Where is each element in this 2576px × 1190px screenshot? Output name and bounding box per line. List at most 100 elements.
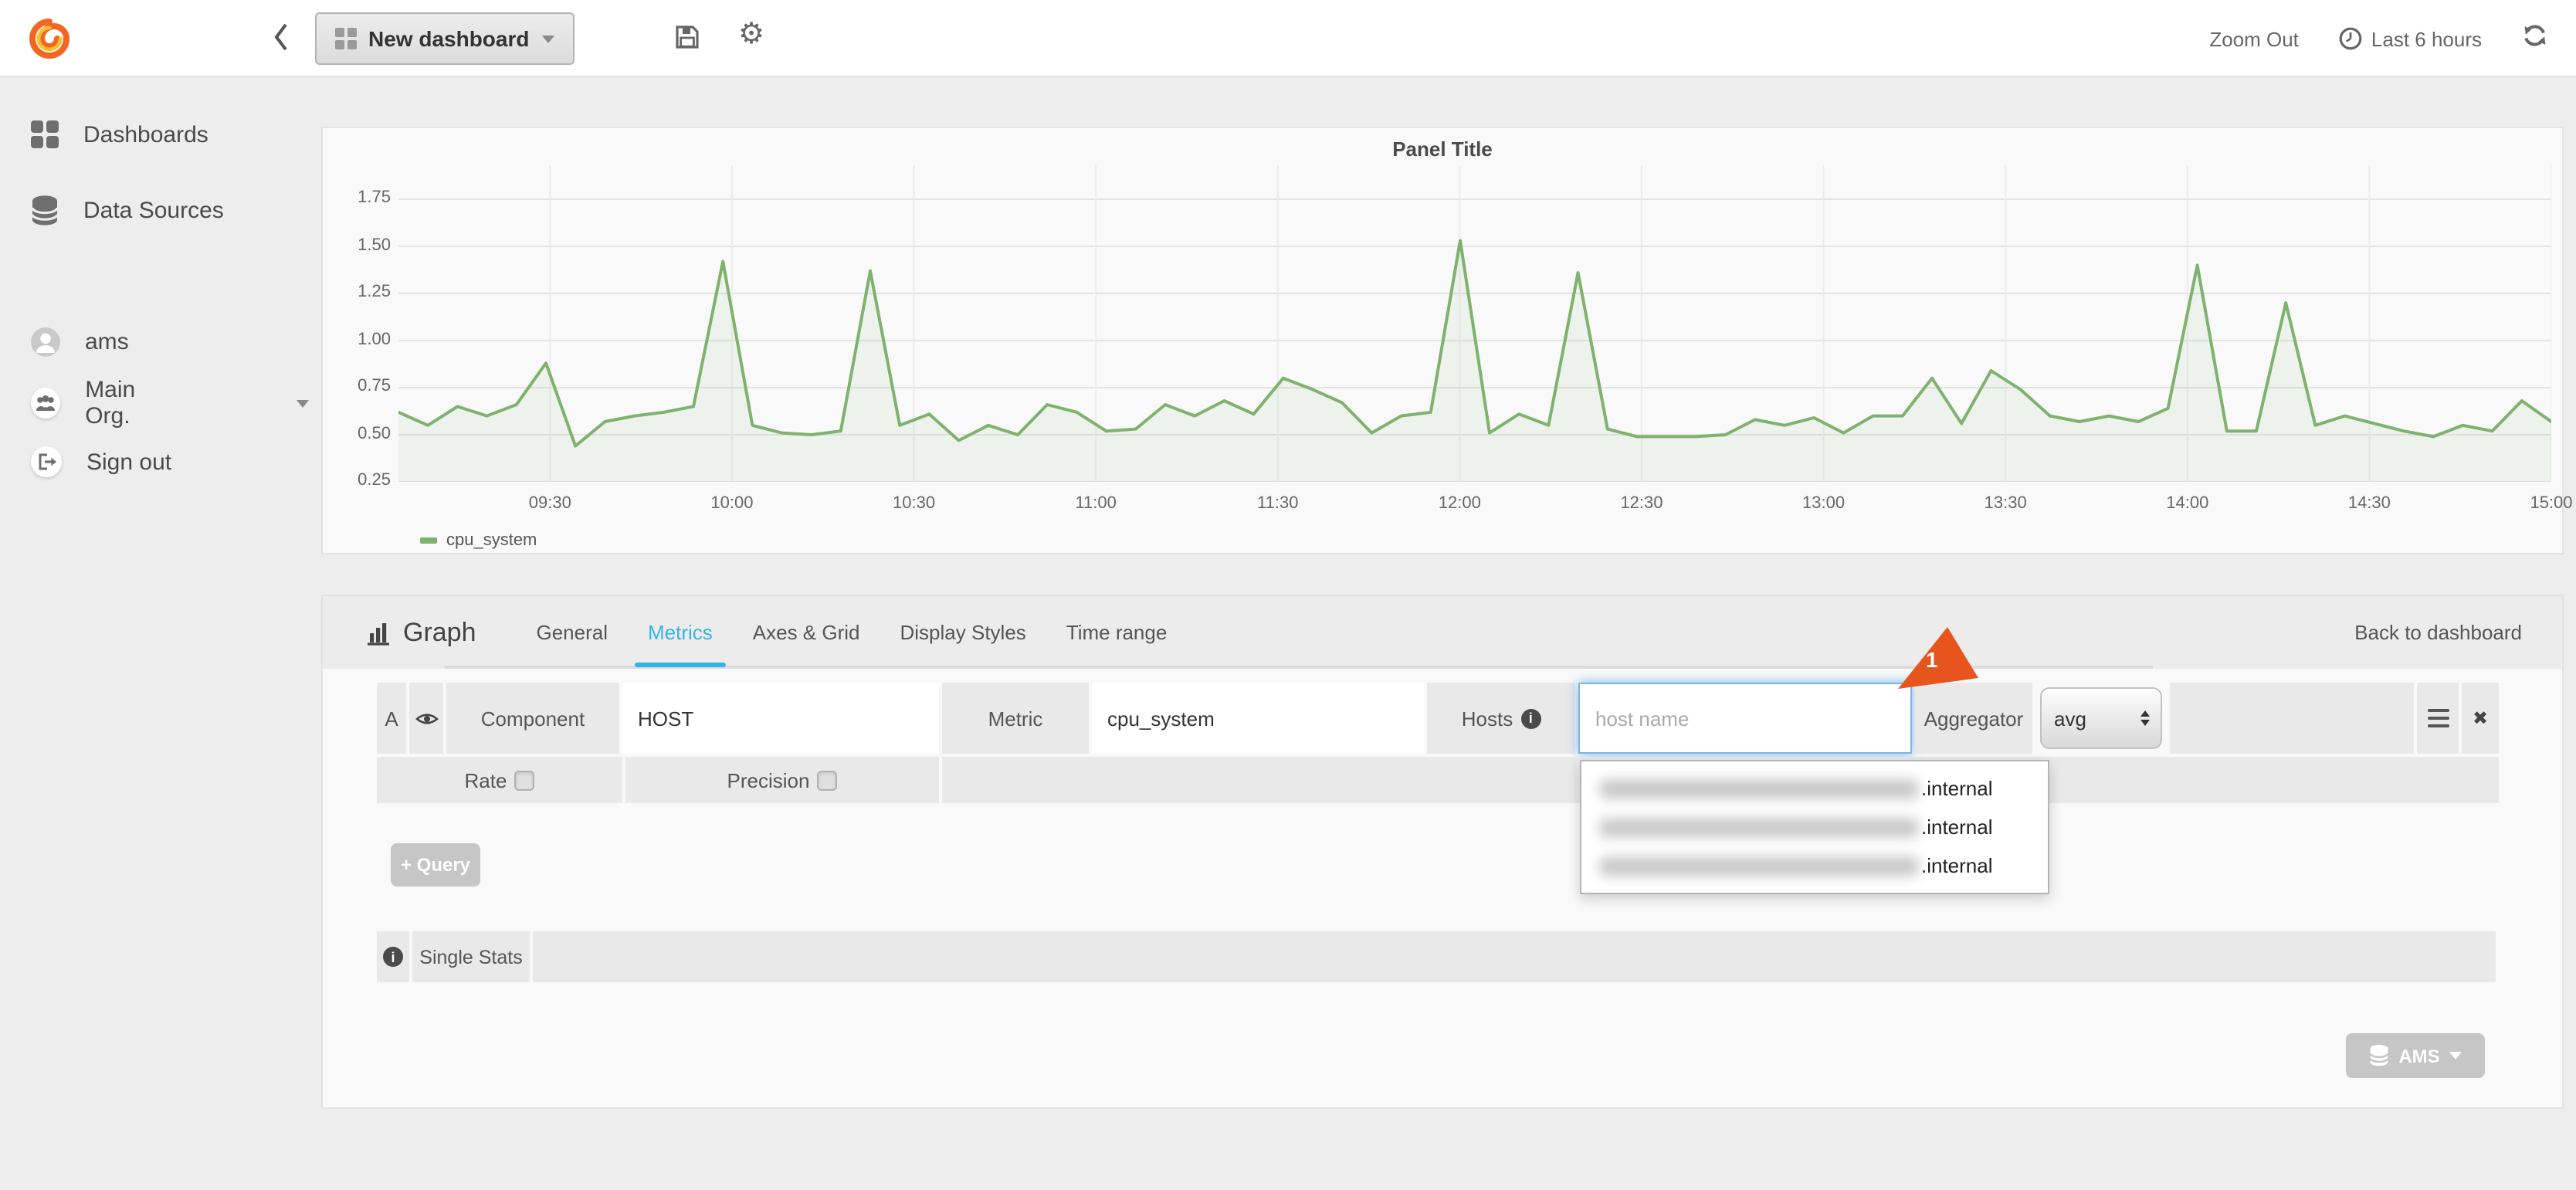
single-stats-info[interactable]: i bbox=[377, 931, 409, 982]
redacted-host-prefix bbox=[1600, 818, 1918, 836]
query-visibility-toggle[interactable] bbox=[409, 683, 443, 754]
x-axis-tick-label: 13:30 bbox=[1959, 494, 2052, 513]
chevron-down-icon bbox=[2449, 1052, 2462, 1059]
x-axis-tick-label: 15:00 bbox=[2505, 494, 2576, 513]
sidebar-item-data-sources[interactable]: Data Sources bbox=[0, 182, 309, 238]
aggregator-select[interactable]: avg bbox=[2040, 687, 2162, 749]
x-axis-tick-label: 10:00 bbox=[686, 494, 778, 513]
query-remove-button[interactable]: ✖ bbox=[2462, 683, 2499, 754]
select-arrows-icon bbox=[2140, 710, 2150, 726]
y-axis-tick-label: 0.75 bbox=[323, 377, 391, 395]
refresh-button[interactable] bbox=[2522, 22, 2548, 55]
hosts-info-icon[interactable]: i bbox=[1520, 708, 1541, 728]
org-chevron-down-icon bbox=[297, 399, 309, 407]
bar-chart-icon bbox=[366, 620, 391, 645]
legend-item-cpu-system[interactable]: cpu_system bbox=[420, 531, 537, 550]
precision-checkbox[interactable] bbox=[817, 770, 837, 790]
time-range-label: Last 6 hours bbox=[2371, 27, 2482, 50]
cpu-system-line-chart[interactable] bbox=[398, 165, 2551, 482]
datasource-database-icon bbox=[2369, 1044, 2389, 1067]
tab-metrics[interactable]: Metrics bbox=[628, 598, 733, 667]
single-stats-row: i Single Stats bbox=[377, 931, 2496, 982]
host-option[interactable]: .internal bbox=[1581, 769, 2048, 808]
legend-color-swatch bbox=[420, 537, 437, 544]
precision-option: Precision bbox=[625, 757, 939, 803]
sidebar-item-org[interactable]: Main Org. bbox=[0, 375, 309, 431]
x-axis-tick-label: 14:30 bbox=[2323, 494, 2415, 513]
metric-label: Metric bbox=[942, 683, 1089, 754]
y-axis-tick-label: 0.25 bbox=[323, 471, 391, 490]
graph-panel: Panel Title 0.250.500.751.001.251.501.75… bbox=[321, 127, 2564, 554]
user-avatar bbox=[31, 327, 60, 356]
rate-checkbox[interactable] bbox=[514, 770, 534, 790]
sidebar-item-sign-out[interactable]: Sign out bbox=[0, 434, 309, 490]
step-annotation-arrow: 1 bbox=[1895, 624, 1981, 692]
eye-icon bbox=[415, 710, 438, 727]
hosts-label: Hosts i bbox=[1427, 683, 1575, 754]
component-label: Component bbox=[446, 683, 619, 754]
host-option[interactable]: .internal bbox=[1581, 846, 2048, 885]
redacted-host-prefix bbox=[1600, 779, 1918, 798]
y-axis-tick-label: 1.25 bbox=[323, 283, 391, 301]
query-menu-button[interactable] bbox=[2417, 683, 2459, 754]
panel-type-header: Graph bbox=[366, 617, 476, 648]
dashboard-grid-icon bbox=[335, 29, 356, 49]
editor-tab-bar: Graph General Metrics Axes & Grid Displa… bbox=[323, 596, 2562, 669]
tab-general[interactable]: General bbox=[517, 598, 629, 667]
tab-axes-grid[interactable]: Axes & Grid bbox=[733, 598, 880, 667]
time-picker-button[interactable]: Last 6 hours bbox=[2339, 26, 2482, 51]
save-dashboard-button[interactable] bbox=[673, 23, 701, 59]
tab-time-range[interactable]: Time range bbox=[1046, 598, 1188, 667]
tab-display-styles[interactable]: Display Styles bbox=[880, 598, 1046, 667]
settings-gear-button[interactable]: ⚙ bbox=[738, 17, 764, 51]
host-option[interactable]: .internal bbox=[1581, 808, 2048, 846]
database-icon bbox=[31, 194, 59, 226]
chevron-down-icon bbox=[542, 35, 554, 42]
dashboards-grid-icon bbox=[31, 120, 59, 148]
dashboard-title: New dashboard bbox=[368, 26, 530, 51]
component-input[interactable] bbox=[622, 683, 939, 754]
organization-icon bbox=[31, 388, 60, 419]
single-stats-spacer bbox=[533, 931, 2496, 982]
query-ref-id: A bbox=[377, 683, 406, 754]
refresh-icon bbox=[2522, 22, 2548, 47]
sidebar-user[interactable]: ams bbox=[0, 314, 309, 369]
grafana-logo-icon[interactable] bbox=[22, 11, 77, 66]
datasource-button[interactable]: AMS bbox=[2346, 1033, 2485, 1078]
info-icon: i bbox=[383, 947, 403, 967]
y-axis-tick-label: 1.00 bbox=[323, 330, 391, 348]
aggregator-cell: avg bbox=[2035, 683, 2167, 754]
menu-icon bbox=[2427, 708, 2449, 728]
top-nav: New dashboard ⚙ Zoom Out Last 6 hours bbox=[0, 0, 2576, 77]
zoom-out-button[interactable]: Zoom Out bbox=[2209, 27, 2299, 50]
host-name-input[interactable] bbox=[1578, 683, 1912, 754]
rate-option: Rate bbox=[377, 757, 622, 803]
y-axis-tick-label: 1.50 bbox=[323, 236, 391, 254]
x-axis-tick-label: 09:30 bbox=[503, 494, 596, 513]
back-chevron-icon[interactable] bbox=[272, 22, 290, 60]
host-autocomplete-dropdown: .internal .internal .internal bbox=[1580, 760, 2049, 894]
sidebar-item-dashboards[interactable]: Dashboards bbox=[0, 107, 309, 162]
metric-input[interactable] bbox=[1092, 683, 1424, 754]
x-axis-tick-label: 13:00 bbox=[1778, 494, 1870, 513]
x-axis-tick-label: 11:00 bbox=[1049, 494, 1142, 513]
clock-icon bbox=[2339, 26, 2364, 51]
gear-icon: ⚙ bbox=[738, 17, 764, 51]
dashboard-title-dropdown[interactable]: New dashboard bbox=[315, 12, 575, 65]
query-row: A Component Metric Hosts i Aggregator av… bbox=[377, 683, 2499, 754]
aggregator-label: Aggregator bbox=[1915, 683, 2032, 754]
sign-out-icon bbox=[31, 446, 62, 477]
step-number: 1 bbox=[1926, 647, 1938, 672]
x-axis-tick-label: 12:00 bbox=[1413, 494, 1506, 513]
y-axis-tick-label: 1.75 bbox=[323, 188, 391, 207]
x-axis-tick-label: 10:30 bbox=[868, 494, 961, 513]
close-icon: ✖ bbox=[2473, 707, 2488, 729]
query-row-spacer bbox=[2170, 683, 2414, 754]
redacted-host-prefix bbox=[1600, 856, 1918, 875]
x-axis-tick-label: 12:30 bbox=[1595, 494, 1688, 513]
add-query-button[interactable]: + Query bbox=[391, 843, 480, 887]
back-to-dashboard-link[interactable]: Back to dashboard bbox=[2354, 621, 2522, 644]
user-name: ams bbox=[85, 328, 129, 354]
y-axis-tick-label: 0.50 bbox=[323, 424, 391, 442]
x-axis-tick-label: 11:30 bbox=[1232, 494, 1324, 513]
